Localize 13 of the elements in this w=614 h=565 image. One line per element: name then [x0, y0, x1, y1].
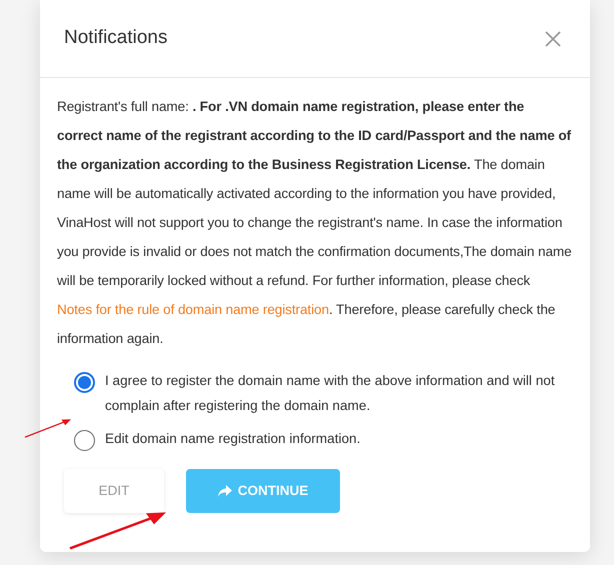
dialog-title: Notifications: [64, 26, 168, 50]
option-label: I agree to register the domain name with the above information and will not complain after registering the domain name.: [105, 372, 556, 415]
continue-button[interactable]: CONTINUE: [186, 469, 340, 513]
rules-link[interactable]: Notes for the rule of domain name registration: [57, 302, 329, 317]
arrow-icon: [68, 510, 168, 550]
edit-button[interactable]: EDIT: [64, 469, 164, 513]
close-icon: [544, 30, 562, 48]
notice-text: Registrant's full name: . For .VN domain name registration, please enter the correct name of the registrant according to the ID card/Passport and the name of the organization according to the Business Registration License. The domain name will be automatically activated according to the information you have provided, VinaHost will not support you to change the registrant's name. In case the information you provide is invalid or does not match the confirmation documents,The domain name will be temporarily locked without a refund. For further information, please check Notes for the rule of domain name registration. Therefore, please carefully check the information again.: [57, 98, 573, 348]
arrow-icon: [24, 418, 72, 438]
share-arrow-icon: [218, 485, 232, 497]
radio-button[interactable]: [74, 430, 95, 451]
radio-button[interactable]: [74, 372, 95, 393]
option-label: Edit domain name registration information.: [105, 430, 360, 448]
